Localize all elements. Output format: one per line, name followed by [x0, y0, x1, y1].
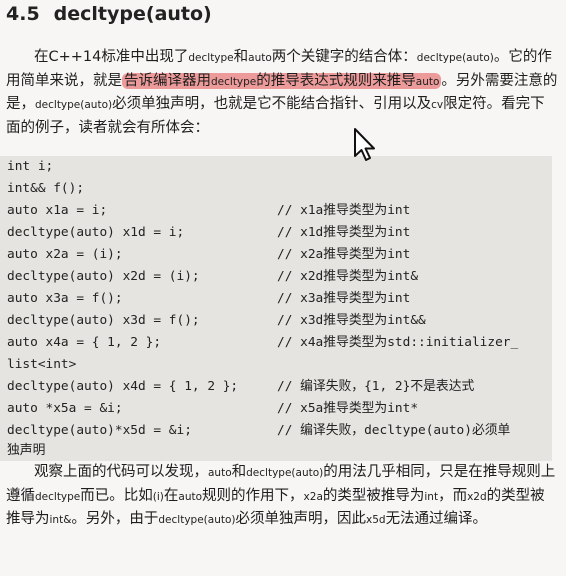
section-heading: 4.5 decltype(auto)	[6, 0, 212, 28]
mouse-pointer-icon	[354, 128, 375, 161]
keyword-run: decltype(auto)	[416, 52, 494, 64]
keyword-run: decltype	[188, 52, 234, 64]
intro-paragraph: 在C++14标准中出现了decltype和auto两个关键字的结合体：declt…	[6, 46, 558, 139]
text-run: 。另外，由于	[71, 511, 159, 527]
code-text: decltype(auto) x4d = { 1, 2 };	[7, 379, 239, 394]
keyword-run: auto	[178, 490, 203, 503]
keyword-run: x5d	[366, 514, 386, 526]
code-text: decltype(auto) x1d = i;	[7, 225, 185, 240]
code-line: decltype(auto)*x5d = &i; // 编译失败，decltype…	[7, 420, 510, 442]
code-comment: // x1a推导类型为int	[277, 203, 411, 218]
text-run: 的类型被推导为	[322, 487, 425, 504]
code-line: auto x3a = f(); // x3a推导类型为int	[7, 288, 410, 310]
code-line: decltype(auto) x4d = { 1, 2 }; // 编译失败，{1…	[7, 376, 474, 398]
code-text: decltype(auto) x2d = (i);	[7, 269, 200, 284]
code-line: list<int>	[7, 354, 76, 376]
code-line: decltype(auto) x3d = f(); // x3d推导类型为int&…	[7, 310, 426, 332]
text-run: 两个关键字的结合体：	[271, 49, 417, 65]
code-comment: // x5a推导类型为int*	[277, 401, 419, 416]
keyword-run: decltype	[211, 75, 257, 88]
code-line: auto x4a = { 1, 2 }; // x4a推导类型为std::init…	[7, 332, 518, 354]
code-text: auto x1a = i;	[7, 203, 108, 218]
keyword-run: (i)	[152, 490, 164, 503]
code-text: decltype(auto)*x5d = &i;	[7, 423, 192, 438]
code-line: decltype(auto) x2d = (i); // x2d推导类型为int&	[7, 266, 418, 288]
code-text: list<int>	[7, 357, 77, 372]
text-run: 而已。比如	[80, 487, 153, 504]
keyword-run: int&	[49, 514, 72, 526]
code-comment: // x2a推导类型为int	[277, 247, 411, 262]
text-run: 在C++14标准中出现了	[34, 49, 189, 65]
code-line: auto x2a = (i); // x2a推导类型为int	[7, 244, 410, 266]
keyword-run: cv	[431, 99, 444, 111]
code-line: int i;	[7, 156, 53, 178]
code-line: auto *x5a = &i; // x5a推导类型为int*	[7, 398, 418, 420]
keyword-run: auto	[208, 467, 232, 479]
code-comment: // x2d推导类型为int&	[277, 269, 419, 284]
code-line: decltype(auto) x1d = i; // x1d推导类型为int	[7, 222, 410, 244]
code-line: 独声明	[7, 440, 45, 462]
text-run: 无法通过编译。	[385, 511, 488, 527]
code-line: auto x1a = i; // x1a推导类型为int	[7, 200, 410, 222]
code-text: int&& f();	[7, 181, 85, 196]
explanation-paragraph: 观察上面的代码可以发现，auto和decltype(auto)的用法几乎相同，只…	[6, 461, 558, 532]
highlighted-phrase: 告诉编译器用decltype的推导表达式规则来推导auto	[122, 72, 442, 89]
text-run: 必须单独声明，因此	[235, 511, 367, 527]
section-number: 4.5	[6, 3, 40, 25]
code-text: auto *x5a = &i;	[7, 401, 123, 416]
code-text: auto x4a = { 1, 2 };	[7, 335, 162, 350]
code-text: 独声明	[7, 443, 46, 458]
keyword-run: decltype(auto)	[35, 99, 113, 111]
code-comment: // 编译失败，decltype(auto)必须单	[277, 423, 511, 438]
text-run: 规则的作用下，	[202, 487, 304, 504]
keyword-run: decltype(auto)	[158, 514, 236, 526]
keyword-run: decltype(auto)	[246, 467, 324, 479]
text-run: ，而	[438, 487, 468, 504]
text-run: 和	[233, 49, 249, 65]
text-run: 的推导表达式规则来推导	[256, 72, 416, 89]
keyword-run: auto	[415, 75, 440, 88]
code-line: int&& f();	[7, 178, 84, 200]
text-run: 告诉编译器用	[124, 72, 211, 89]
code-block: int i; int&& f(); auto x1a = i; // x1a推导类…	[0, 156, 552, 461]
code-comment: // x1d推导类型为int	[277, 225, 411, 240]
keyword-run: decltype	[35, 490, 81, 503]
keyword-run: x2d	[467, 490, 487, 503]
text-run: 必须单独声明，也就是它不能结合指针、引用以及	[112, 96, 432, 112]
section-title: decltype(auto)	[53, 3, 212, 25]
code-comment: // 编译失败，{1, 2}不是表达式	[277, 379, 475, 394]
keyword-run: auto	[248, 52, 272, 64]
code-text: auto x3a = f();	[7, 291, 123, 306]
keyword-run: x2a	[303, 490, 323, 503]
code-text: decltype(auto) x3d = f();	[7, 313, 200, 328]
code-comment: // x3a推导类型为int	[277, 291, 411, 306]
text-run: 和	[231, 464, 247, 480]
code-comment: // x3d推导类型为int&&	[277, 313, 426, 328]
text-run: 在	[163, 487, 179, 504]
code-text: int i;	[7, 159, 54, 174]
keyword-run: int	[424, 490, 439, 503]
code-text: auto x2a = (i);	[7, 247, 123, 262]
code-comment: // x4a推导类型为std::initializer_	[277, 335, 519, 350]
text-run: 观察上面的代码可以发现，	[34, 464, 208, 480]
